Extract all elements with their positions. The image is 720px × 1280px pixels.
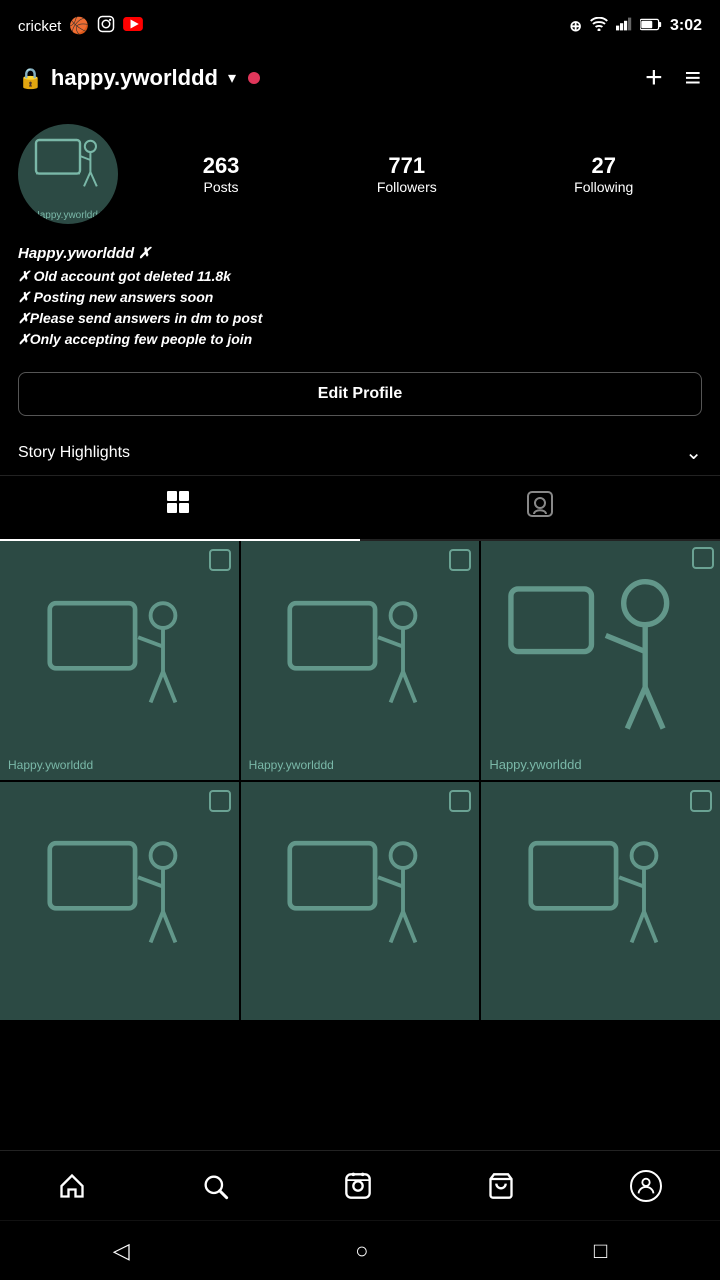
stat-posts[interactable]: 263 Posts	[203, 153, 240, 195]
username-text[interactable]: happy.yworlddd	[51, 65, 218, 91]
following-count: 27	[591, 153, 615, 179]
nav-search-button[interactable]	[201, 1172, 229, 1200]
tab-tagged[interactable]	[360, 476, 720, 539]
grid-item[interactable]: Happy.yworlddd	[0, 541, 239, 780]
profile-avatar-circle	[630, 1170, 662, 1202]
stat-following[interactable]: 27 Following	[574, 153, 633, 195]
android-nav-bar: ◁ ○ □	[0, 1220, 720, 1280]
avatar-label: Happy.yworlddd	[33, 210, 104, 221]
sync-icon: ⊕	[569, 17, 582, 35]
grid-item-label: Happy.yworlddd	[489, 757, 581, 772]
bio-line-3: ✗Please send answers in dm to post	[18, 308, 702, 329]
avatar[interactable]: Happy.yworlddd	[18, 124, 118, 224]
edit-profile-button[interactable]: Edit Profile	[18, 372, 702, 416]
grid-item[interactable]	[481, 782, 720, 1021]
reel-icon	[690, 790, 712, 812]
signal-icon	[616, 17, 632, 35]
top-nav-right: + ≡	[645, 61, 702, 95]
bio-lines: ✗ Old account got deleted 11.8k ✗ Postin…	[18, 266, 702, 350]
nav-home-button[interactable]	[58, 1172, 86, 1200]
grid-item[interactable]	[241, 782, 480, 1021]
reel-icon	[209, 790, 231, 812]
story-highlights-label: Story Highlights	[18, 444, 130, 462]
username-chevron-icon[interactable]: ▾	[228, 68, 236, 88]
add-content-button[interactable]: +	[645, 61, 663, 95]
reel-icon	[449, 549, 471, 571]
status-right: ⊕ 3:02	[569, 17, 702, 35]
story-highlights-chevron-icon[interactable]: ⌄	[685, 440, 702, 465]
bio-line-4: ✗Only accepting few people to join	[18, 329, 702, 350]
back-button[interactable]: ◁	[113, 1238, 130, 1264]
posts-count: 263	[203, 153, 240, 179]
story-highlights-row[interactable]: Story Highlights ⌄	[0, 430, 720, 476]
top-nav: 🔒 happy.yworlddd ▾ + ≡	[0, 48, 720, 108]
nav-reels-button[interactable]	[344, 1172, 372, 1200]
posts-grid: Happy.yworlddd Happy.yworlddd Happy.ywor…	[0, 541, 720, 1020]
status-bar: cricket 🏀 ⊕ 3:02	[0, 0, 720, 48]
grid-item[interactable]	[0, 782, 239, 1021]
top-nav-left[interactable]: 🔒 happy.yworlddd ▾	[18, 65, 260, 91]
profile-section: Happy.yworlddd 263 Posts 771 Followers 2…	[0, 108, 720, 232]
bio-name: Happy.yworlddd ✗	[18, 244, 702, 262]
bio-line-1: ✗ Old account got deleted 11.8k	[18, 266, 702, 287]
instagram-icon	[97, 15, 115, 37]
reel-icon	[449, 790, 471, 812]
bottom-nav	[0, 1150, 720, 1220]
grid-item-label: Happy.yworlddd	[8, 758, 93, 772]
stats-row: 263 Posts 771 Followers 27 Following	[134, 153, 702, 195]
grid-icon	[166, 490, 194, 525]
tab-grid[interactable]	[0, 476, 360, 539]
following-label: Following	[574, 179, 633, 195]
status-left: cricket 🏀	[18, 15, 143, 37]
recents-button[interactable]: □	[594, 1238, 607, 1264]
nba-icon: 🏀	[69, 16, 89, 36]
followers-count: 771	[388, 153, 425, 179]
carrier-text: cricket	[18, 18, 61, 35]
bio-section: Happy.yworlddd ✗ ✗ Old account got delet…	[0, 232, 720, 358]
posts-label: Posts	[204, 179, 239, 195]
battery-icon	[640, 18, 662, 35]
time-display: 3:02	[670, 17, 702, 35]
menu-button[interactable]: ≡	[685, 62, 702, 94]
bio-line-2: ✗ Posting new answers soon	[18, 287, 702, 308]
grid-item[interactable]: Happy.yworlddd	[241, 541, 480, 780]
home-button[interactable]: ○	[355, 1238, 368, 1264]
wifi-icon	[590, 17, 608, 35]
notification-dot	[248, 72, 260, 84]
grid-item[interactable]: Happy.yworlddd	[481, 541, 720, 780]
nav-shop-button[interactable]	[487, 1172, 515, 1200]
followers-label: Followers	[377, 179, 437, 195]
youtube-icon	[123, 17, 143, 35]
tagged-icon	[526, 490, 554, 525]
lock-icon: 🔒	[18, 66, 43, 91]
stat-followers[interactable]: 771 Followers	[377, 153, 437, 195]
tab-bar	[0, 476, 720, 541]
reel-icon	[692, 547, 714, 569]
reel-icon	[209, 549, 231, 571]
nav-profile-button[interactable]	[630, 1170, 662, 1202]
grid-item-label: Happy.yworlddd	[249, 758, 334, 772]
